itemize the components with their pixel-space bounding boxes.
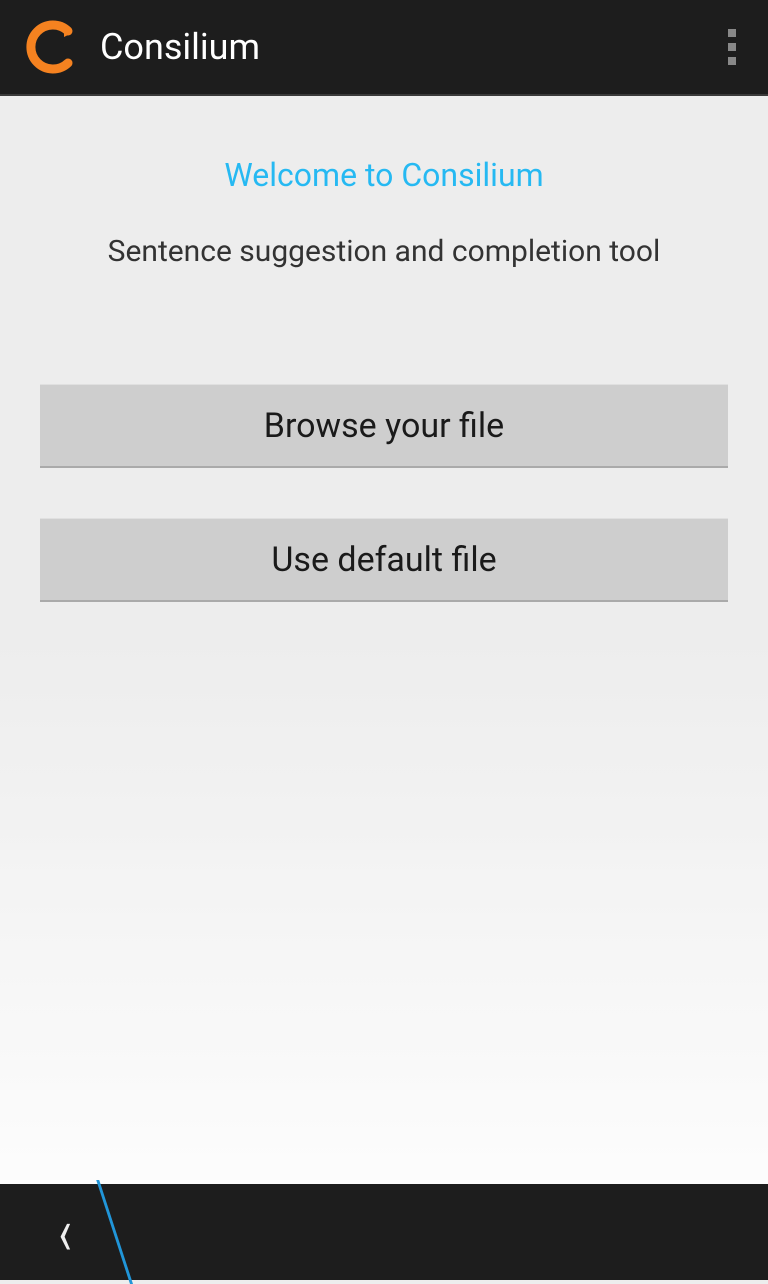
navigation-bar: ‹ — [0, 1184, 768, 1280]
use-default-file-button[interactable]: Use default file — [40, 518, 728, 602]
subtitle-text: Sentence suggestion and completion tool — [108, 234, 661, 269]
back-button[interactable]: ‹ — [0, 1184, 130, 1280]
overflow-menu-icon[interactable] — [720, 21, 744, 73]
action-bar: Consilium — [0, 0, 768, 96]
app-icon — [24, 19, 80, 75]
app-title: Consilium — [100, 26, 720, 68]
main-content: Welcome to Consilium Sentence suggestion… — [0, 96, 768, 1184]
browse-file-button[interactable]: Browse your file — [40, 384, 728, 468]
welcome-heading: Welcome to Consilium — [224, 156, 543, 194]
back-chevron-icon: ‹ — [58, 1193, 71, 1271]
